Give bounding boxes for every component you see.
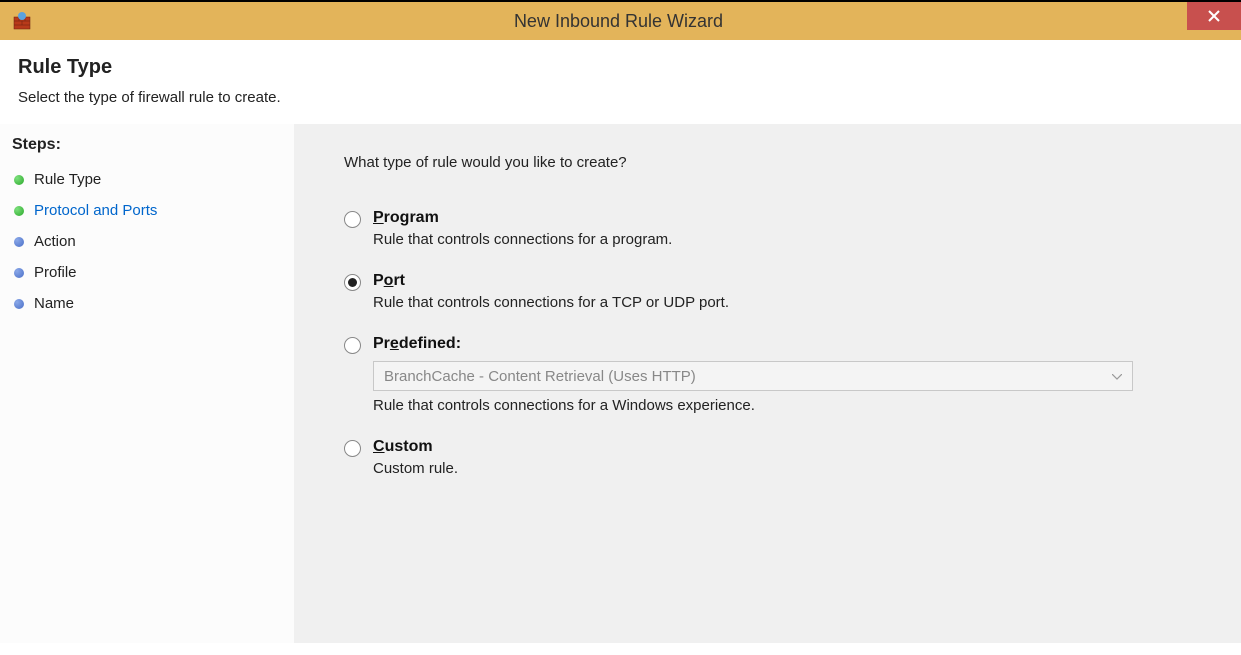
chevron-down-icon xyxy=(1112,369,1122,383)
step-protocol-and-ports[interactable]: Protocol and Ports xyxy=(0,195,294,226)
close-button[interactable] xyxy=(1187,2,1241,30)
bullet-icon xyxy=(14,237,24,247)
step-label: Protocol and Ports xyxy=(34,202,157,219)
bullet-icon xyxy=(14,268,24,278)
titlebar: New Inbound Rule Wizard xyxy=(0,2,1241,40)
main-area: Steps: Rule Type Protocol and Ports Acti… xyxy=(0,124,1241,643)
wizard-header: Rule Type Select the type of firewall ru… xyxy=(0,40,1241,124)
bullet-icon xyxy=(14,299,24,309)
option-custom-desc: Custom rule. xyxy=(373,460,1201,477)
option-port-label[interactable]: Port xyxy=(373,272,1201,290)
step-rule-type[interactable]: Rule Type xyxy=(0,164,294,195)
radio-custom[interactable] xyxy=(344,440,361,457)
steps-heading: Steps: xyxy=(0,136,294,164)
step-label: Action xyxy=(34,233,76,250)
close-icon xyxy=(1208,10,1220,22)
option-custom-label[interactable]: Custom xyxy=(373,438,1201,456)
content-panel: What type of rule would you like to crea… xyxy=(294,124,1241,643)
step-profile[interactable]: Profile xyxy=(0,257,294,288)
option-custom: Custom Custom rule. xyxy=(344,438,1201,495)
option-predefined-label[interactable]: Predefined: xyxy=(373,335,1201,353)
radio-port[interactable] xyxy=(344,274,361,291)
predefined-select-value: BranchCache - Content Retrieval (Uses HT… xyxy=(384,368,696,385)
step-action[interactable]: Action xyxy=(0,226,294,257)
step-label: Rule Type xyxy=(34,171,101,188)
bullet-icon xyxy=(14,175,24,185)
step-label: Name xyxy=(34,295,74,312)
option-predefined: Predefined: BranchCache - Content Retrie… xyxy=(344,335,1201,432)
option-program-label[interactable]: Program xyxy=(373,209,1201,227)
option-port-desc: Rule that controls connections for a TCP… xyxy=(373,294,1201,311)
window-title: New Inbound Rule Wizard xyxy=(32,11,1241,32)
option-program-desc: Rule that controls connections for a pro… xyxy=(373,231,1201,248)
step-name[interactable]: Name xyxy=(0,288,294,319)
steps-sidebar: Steps: Rule Type Protocol and Ports Acti… xyxy=(0,124,294,643)
option-predefined-desc: Rule that controls connections for a Win… xyxy=(373,397,1201,414)
content-question: What type of rule would you like to crea… xyxy=(344,154,1201,171)
radio-predefined[interactable] xyxy=(344,337,361,354)
option-port: Port Rule that controls connections for … xyxy=(344,272,1201,329)
firewall-icon xyxy=(12,11,32,31)
page-title: Rule Type xyxy=(18,56,1223,79)
radio-program[interactable] xyxy=(344,211,361,228)
predefined-select[interactable]: BranchCache - Content Retrieval (Uses HT… xyxy=(373,361,1133,391)
step-label: Profile xyxy=(34,264,77,281)
option-program: Program Rule that controls connections f… xyxy=(344,209,1201,266)
bullet-icon xyxy=(14,206,24,216)
page-subtitle: Select the type of firewall rule to crea… xyxy=(18,89,1223,106)
